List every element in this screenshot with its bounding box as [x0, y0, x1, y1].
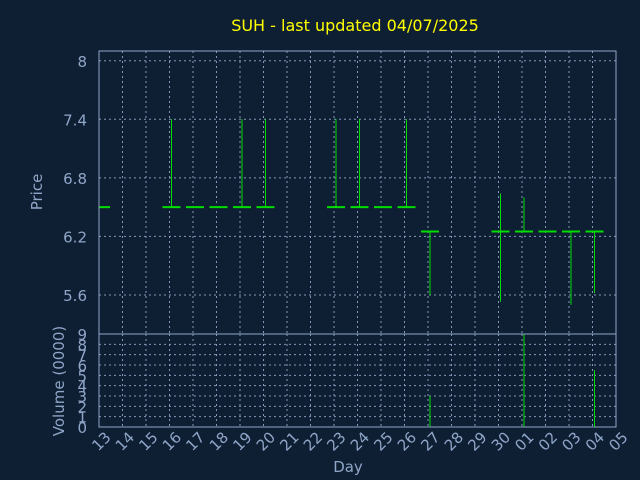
stock-chart: SUH - last updated 04/07/2025 5.6 6.2 6.8 7… — [0, 0, 640, 480]
price-tick-label: 7.4 — [63, 111, 87, 129]
chart-title: SUH - last updated 04/07/2025 — [231, 16, 479, 35]
price-tick-label: 6.8 — [63, 170, 87, 188]
x-axis-ticks: 1314151617181920212223242526272829300102… — [88, 428, 631, 454]
volume-tick-label: 9 — [77, 326, 87, 344]
price-axis-label: Price — [28, 174, 46, 211]
price-tick-label: 6.2 — [63, 228, 87, 246]
x-axis-label: Day — [333, 458, 363, 476]
volume-axis-label: Volume (0000) — [50, 326, 68, 436]
price-tick-label: 8 — [77, 53, 87, 71]
price-tick-label: 5.6 — [63, 287, 87, 305]
volume-axis-ticks: 0123456789 — [77, 326, 87, 437]
chart-background — [0, 0, 640, 480]
